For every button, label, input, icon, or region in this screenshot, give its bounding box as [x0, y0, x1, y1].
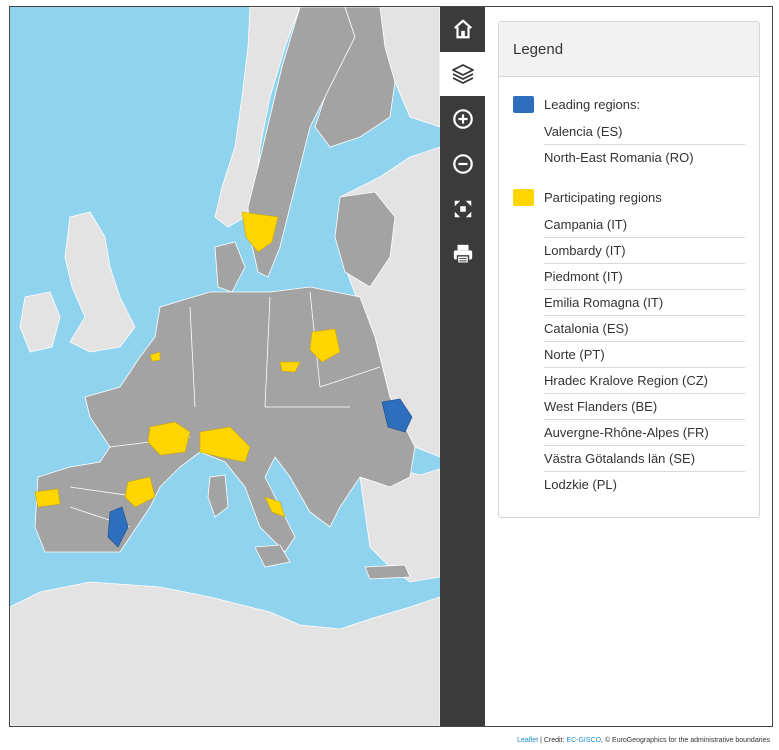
layers-icon	[451, 64, 474, 84]
legend-item: North-East Romania (RO)	[544, 150, 694, 165]
europe-map[interactable]	[10, 7, 440, 726]
legend-item: Piedmont (IT)	[544, 264, 745, 290]
legend-item: Lombardy (IT)	[544, 238, 745, 264]
legend-group-label: Participating regions	[544, 189, 662, 205]
attribution-separator: | Credit:	[538, 737, 567, 744]
legend-item: Hradec Kralove Region (CZ)	[544, 368, 745, 394]
legend-item: Lodzkie (PL)	[544, 477, 617, 492]
fullscreen-button[interactable]	[440, 187, 485, 231]
map-widget: Legend Leading regions: Valencia (ES) Nort…	[9, 6, 773, 727]
region-norte[interactable]	[34, 488, 61, 508]
legend-item: Norte (PT)	[544, 342, 745, 368]
zoom-in-icon	[452, 109, 473, 129]
legend-swatch	[513, 95, 534, 113]
legend-group-label: Leading regions:	[544, 96, 641, 112]
attribution-text: , © EuroGeographics for the administrati…	[601, 737, 770, 744]
crete	[364, 564, 411, 580]
legend-item: Catalonia (ES)	[544, 316, 745, 342]
side-panel: Legend Leading regions: Valencia (ES) Nort…	[485, 7, 772, 726]
legend-item: Västra Götalands län (SE)	[544, 446, 745, 472]
legend-swatch	[513, 188, 534, 206]
attribution: Leaflet | Credit: EC-GISCO, © EuroGeogra…	[517, 737, 770, 744]
legend-item: Campania (IT)	[544, 212, 745, 238]
legend-group-header: Leading regions:	[499, 89, 759, 119]
print-icon	[453, 244, 472, 264]
legend-group-header: Participating regions	[499, 182, 759, 212]
fullscreen-icon	[454, 200, 471, 218]
legend-group: Leading regions: Valencia (ES) North-East …	[499, 89, 759, 170]
legend: Legend Leading regions: Valencia (ES) Nort…	[498, 21, 760, 518]
legend-item: Valencia (ES)	[544, 119, 745, 145]
legend-title: Legend	[499, 22, 759, 77]
zoom-in-button[interactable]	[440, 97, 485, 141]
map-toolbar	[440, 7, 485, 726]
legend-item: Auvergne-Rhône-Alpes (FR)	[544, 420, 745, 446]
map-canvas[interactable]	[10, 7, 440, 726]
ec-gisco-link[interactable]: EC-GISCO	[566, 737, 601, 744]
leaflet-link[interactable]: Leaflet	[517, 737, 538, 744]
legend-item: West Flanders (BE)	[544, 394, 745, 420]
legend-group: Participating regions Campania (IT) Lombar…	[499, 182, 759, 497]
zoom-out-icon	[452, 154, 473, 174]
layers-button[interactable]	[440, 52, 485, 96]
zoom-out-button[interactable]	[440, 142, 485, 186]
legend-item: Emilia Romagna (IT)	[544, 290, 745, 316]
print-button[interactable]	[440, 232, 485, 276]
home-button[interactable]	[440, 7, 485, 51]
home-icon	[453, 19, 472, 39]
legend-groups: Leading regions: Valencia (ES) North-East …	[499, 89, 759, 497]
